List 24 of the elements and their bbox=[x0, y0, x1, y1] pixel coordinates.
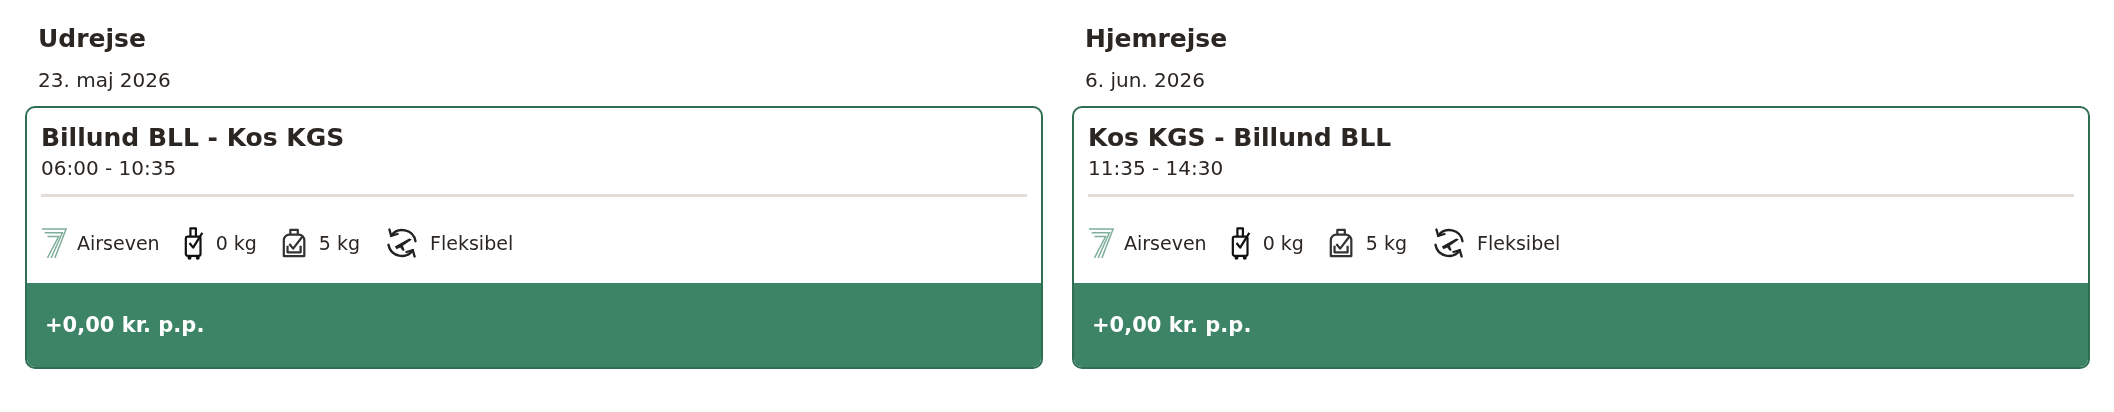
flight-card[interactable]: Kos KGS - Billund BLL 11:35 - 14:30 Airseven 0 kg 5 kg Fleksibel +0,00 kr. p.p. bbox=[1072, 106, 2090, 369]
suitcase-check-icon bbox=[1230, 226, 1253, 260]
flexibility-label: Fleksibel bbox=[430, 232, 514, 254]
flight-card[interactable]: Billund BLL - Kos KGS 06:00 - 10:35 Airseven 0 kg 5 kg Fleksibel +0,00 kr. p.p. bbox=[25, 106, 1043, 369]
carry-on-weight: 0 kg bbox=[1262, 232, 1304, 254]
flexibility-label: Fleksibel bbox=[1477, 232, 1561, 254]
section-heading: Udrejse bbox=[37, 23, 147, 55]
airline-name: Airseven bbox=[77, 232, 160, 254]
airline-logo-icon bbox=[1088, 227, 1114, 259]
carry-on-weight: 0 kg bbox=[215, 232, 257, 254]
personal-item-weight: 5 kg bbox=[1365, 232, 1408, 254]
price-text: +0,00 kr. p.p. bbox=[45, 313, 205, 337]
flight-route: Billund BLL - Kos KGS bbox=[41, 122, 346, 154]
price-text: +0,00 kr. p.p. bbox=[1092, 313, 1252, 337]
airline-name: Airseven bbox=[1124, 232, 1207, 254]
personal-item-weight: 5 kg bbox=[318, 232, 361, 254]
flight-route: Kos KGS - Billund BLL bbox=[1088, 122, 1393, 154]
travel-date: 23. maj 2026 bbox=[37, 67, 172, 94]
flight-times: 06:00 - 10:35 bbox=[41, 155, 178, 182]
flight-times: 11:35 - 14:30 bbox=[1088, 155, 1225, 182]
travel-date: 6. jun. 2026 bbox=[1084, 67, 1206, 94]
suitcase-check-icon bbox=[183, 226, 206, 260]
airline-logo-icon bbox=[41, 227, 67, 259]
section-heading: Hjemrejse bbox=[1084, 23, 1229, 55]
